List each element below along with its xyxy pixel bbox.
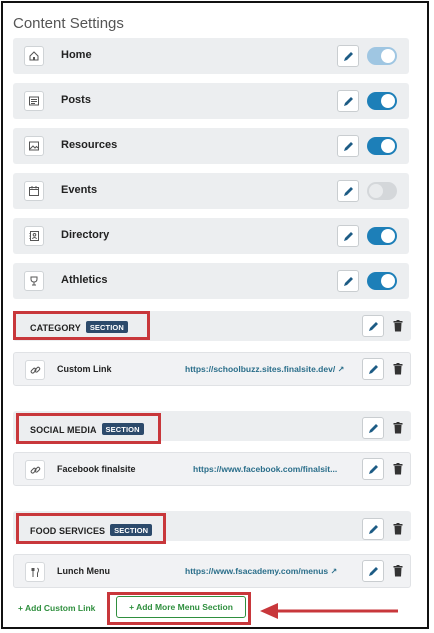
- visibility-toggle[interactable]: [367, 47, 397, 65]
- section-title: CATEGORY SECTION: [30, 321, 128, 333]
- section-badge: SECTION: [110, 524, 153, 536]
- edit-button[interactable]: [337, 225, 359, 247]
- trash-icon[interactable]: [393, 565, 403, 577]
- edit-section-button[interactable]: [362, 417, 384, 439]
- arrow-annotation-icon: [260, 603, 398, 619]
- link-url[interactable]: https://www.fsacademy.com/menus ↗: [185, 566, 337, 576]
- visibility-toggle[interactable]: [367, 272, 397, 290]
- edit-section-button[interactable]: [362, 518, 384, 540]
- menu-item-posts[interactable]: Posts: [13, 83, 409, 119]
- pencil-icon: [343, 231, 353, 241]
- utensils-icon: [25, 562, 45, 582]
- menu-item-label: Posts: [61, 94, 91, 106]
- section-badge: SECTION: [101, 423, 144, 435]
- external-link-icon: ↗: [330, 567, 338, 576]
- pencil-icon: [343, 96, 353, 106]
- menu-item-label: Events: [61, 184, 98, 196]
- section-title: FOOD SERVICES SECTION: [30, 524, 153, 536]
- link-icon: [25, 460, 45, 480]
- link-item-lunch-menu[interactable]: Lunch Menu https://www.fsacademy.com/men…: [13, 554, 411, 588]
- menu-item-label: Resources: [61, 139, 118, 151]
- home-icon: [24, 46, 44, 66]
- page-title: Content Settings: [13, 15, 124, 32]
- link-item-custom-link[interactable]: Custom Link https://schoolbuzz.sites.fin…: [13, 352, 411, 386]
- calendar-icon: [24, 181, 44, 201]
- trash-icon[interactable]: [393, 463, 403, 475]
- pencil-icon: [368, 566, 378, 576]
- edit-button[interactable]: [337, 180, 359, 202]
- link-icon: [25, 360, 45, 380]
- pencil-icon: [343, 51, 353, 61]
- external-link-icon: ↗: [337, 365, 345, 374]
- pencil-icon: [343, 186, 353, 196]
- visibility-toggle[interactable]: [367, 227, 397, 245]
- trash-icon[interactable]: [393, 363, 403, 375]
- link-label: Facebook finalsite: [57, 464, 136, 474]
- link-url[interactable]: https://www.facebook.com/finalsit...: [193, 464, 337, 474]
- visibility-toggle[interactable]: [367, 137, 397, 155]
- pencil-icon: [368, 524, 378, 534]
- menu-item-label: Directory: [61, 229, 110, 241]
- section-badge: SECTION: [85, 321, 128, 333]
- link-label: Custom Link: [57, 364, 112, 374]
- visibility-toggle[interactable]: [367, 182, 397, 200]
- edit-button[interactable]: [337, 135, 359, 157]
- pencil-icon: [368, 321, 378, 331]
- section-title: SOCIAL MEDIA SECTION: [30, 423, 144, 435]
- directory-icon: [24, 226, 44, 246]
- edit-button[interactable]: [362, 358, 384, 380]
- menu-item-label: Athletics: [61, 274, 108, 286]
- menu-item-events[interactable]: Events: [13, 173, 409, 209]
- trash-icon[interactable]: [393, 320, 403, 332]
- menu-item-resources[interactable]: Resources: [13, 128, 409, 164]
- trophy-icon: [24, 271, 44, 291]
- link-label: Lunch Menu: [57, 566, 110, 576]
- link-url[interactable]: https://schoolbuzz.sites.finalsite.dev/ …: [185, 364, 344, 374]
- edit-button[interactable]: [337, 90, 359, 112]
- menu-item-home[interactable]: Home: [13, 38, 409, 74]
- menu-item-label: Home: [61, 49, 92, 61]
- pencil-icon: [343, 141, 353, 151]
- trash-icon[interactable]: [393, 422, 403, 434]
- edit-section-button[interactable]: [362, 315, 384, 337]
- add-custom-link-button[interactable]: + Add Custom Link: [18, 603, 95, 613]
- image-icon: [24, 136, 44, 156]
- edit-button[interactable]: [362, 458, 384, 480]
- posts-icon: [24, 91, 44, 111]
- menu-item-directory[interactable]: Directory: [13, 218, 409, 254]
- pencil-icon: [368, 364, 378, 374]
- edit-button[interactable]: [337, 270, 359, 292]
- pencil-icon: [343, 276, 353, 286]
- trash-icon[interactable]: [393, 523, 403, 535]
- add-more-menu-section-button[interactable]: + Add More Menu Section: [116, 596, 246, 618]
- edit-button[interactable]: [362, 560, 384, 582]
- pencil-icon: [368, 464, 378, 474]
- link-item-facebook[interactable]: Facebook finalsite https://www.facebook.…: [13, 452, 411, 486]
- visibility-toggle[interactable]: [367, 92, 397, 110]
- pencil-icon: [368, 423, 378, 433]
- edit-button[interactable]: [337, 45, 359, 67]
- menu-item-athletics[interactable]: Athletics: [13, 263, 409, 299]
